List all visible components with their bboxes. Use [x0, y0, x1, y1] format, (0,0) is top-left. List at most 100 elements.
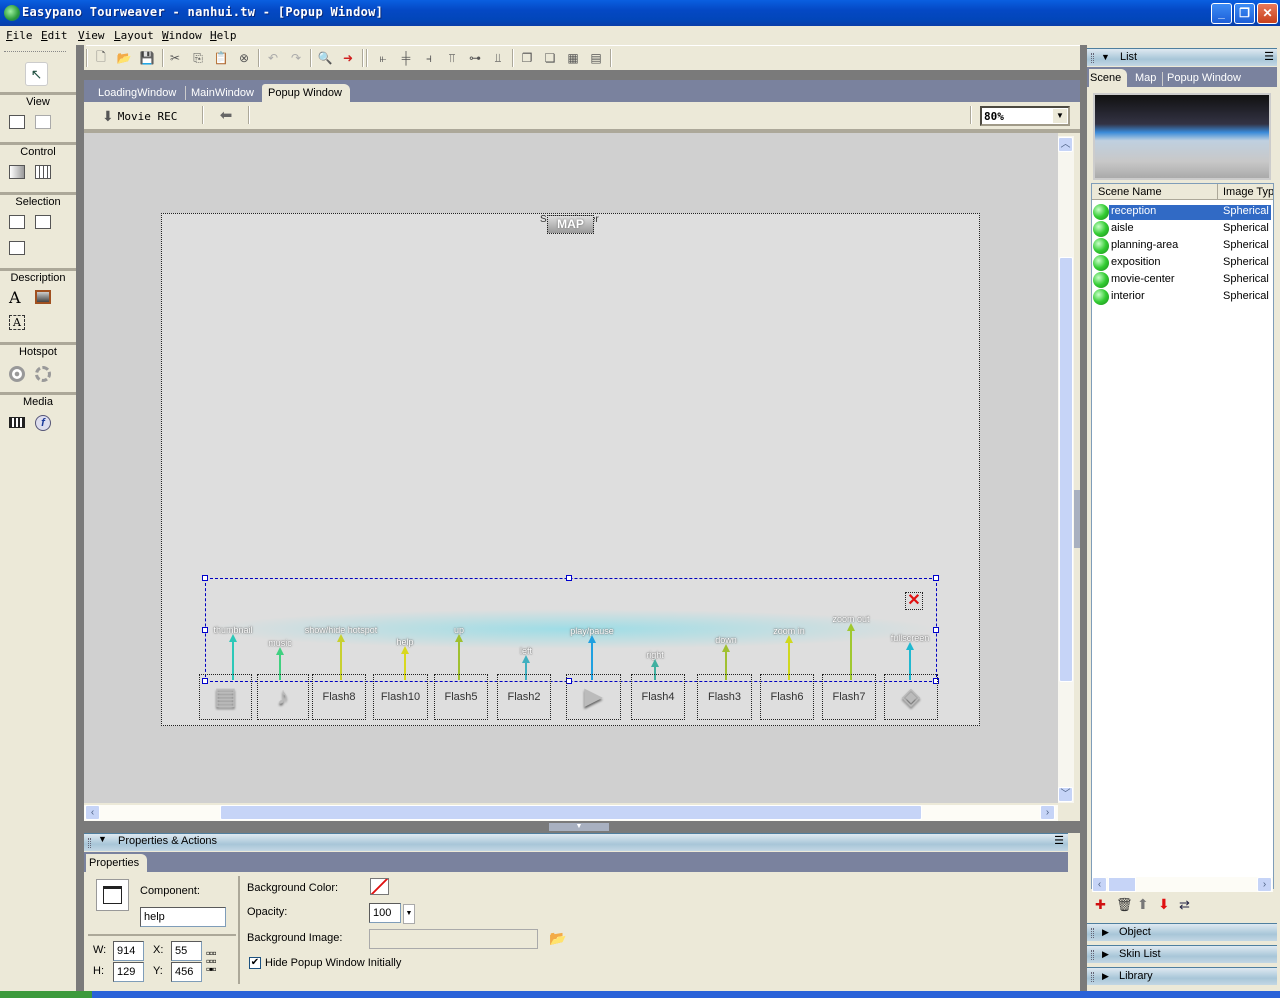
hotspot-icon[interactable] [9, 366, 25, 382]
flash-icon[interactable]: f [35, 415, 51, 431]
move-up-icon[interactable]: ⬆ [1137, 896, 1149, 913]
move-down-icon[interactable]: ⬇ [1158, 896, 1170, 913]
align-center-icon[interactable]: ╪ [397, 49, 415, 67]
paste-icon[interactable]: 📋 [212, 49, 230, 67]
rotate-hotspot-icon[interactable] [35, 366, 51, 382]
control-button[interactable]: ▤ [199, 674, 252, 720]
view-transparent-icon[interactable] [35, 115, 51, 129]
resize-handle[interactable] [566, 575, 572, 581]
copy-icon[interactable]: ⎘ [189, 49, 207, 67]
bottom-splitter[interactable]: ▼ [84, 821, 1080, 833]
panel-menu-icon[interactable]: ☰ [1054, 834, 1064, 847]
control-bar-icon[interactable] [35, 165, 51, 179]
canvas-vertical-scrollbar[interactable]: ︿ ﹀ [1058, 136, 1074, 803]
folder-open-icon[interactable]: 📂 [549, 930, 566, 947]
align-right-icon[interactable]: ⫞ [420, 49, 438, 67]
x-input[interactable] [171, 941, 202, 961]
align-top-icon[interactable]: ⫪ [443, 49, 461, 67]
panel-menu-icon[interactable]: ☰ [1264, 49, 1274, 66]
start-button[interactable] [0, 991, 92, 998]
preview-icon[interactable]: 🔍 [316, 49, 334, 67]
panel-skin-list[interactable]: ▶ Skin List [1087, 945, 1277, 963]
group-icon[interactable]: ▦ [564, 49, 582, 67]
component-name-input[interactable] [140, 907, 226, 927]
text-box-icon[interactable]: A [9, 315, 25, 330]
control-button[interactable]: Flash7 [822, 674, 876, 720]
listbox-icon[interactable] [9, 241, 25, 255]
menu-file[interactable]: File [6, 29, 33, 42]
column-image-type[interactable]: Image Typ [1223, 186, 1273, 198]
bg-image-input[interactable] [369, 929, 538, 949]
column-scene-name[interactable]: Scene Name [1098, 186, 1162, 198]
align-left-icon[interactable]: ⫦ [374, 49, 392, 67]
replace-icon[interactable]: ⇄ [1179, 897, 1190, 913]
new-icon[interactable]: 🗋 [92, 49, 110, 67]
scene-row[interactable]: movie-center Spherical [1093, 271, 1271, 288]
collapse-icon[interactable]: ▼ [549, 823, 609, 831]
panel-object[interactable]: ▶ Object [1087, 923, 1277, 941]
y-input[interactable] [171, 962, 202, 982]
control-button[interactable]: Flash3 [697, 674, 752, 720]
open-icon[interactable]: 📂 [115, 49, 133, 67]
properties-header[interactable]: ▼ Properties & Actions ☰ [84, 833, 1068, 851]
send-back-icon[interactable]: ❏ [541, 49, 559, 67]
width-input[interactable] [113, 941, 144, 961]
control-button[interactable]: ◈ [884, 674, 938, 720]
opacity-input[interactable] [369, 903, 401, 923]
back-button[interactable]: ⬅ [216, 106, 236, 126]
scroll-left-button[interactable]: ‹ [85, 805, 100, 820]
canvas-horizontal-scrollbar[interactable]: ‹ › [84, 805, 1058, 821]
button-icon[interactable] [9, 165, 25, 179]
right-splitter[interactable] [1080, 45, 1087, 998]
menu-window[interactable]: Window [162, 29, 202, 42]
tab-scene[interactable]: Scene [1089, 69, 1128, 87]
horizontal-scroll-thumb[interactable] [220, 805, 922, 820]
undo-icon[interactable]: ↶ [264, 49, 282, 67]
menu-layout[interactable]: Layout [114, 29, 154, 42]
scroll-up-button[interactable]: ︿ [1058, 137, 1073, 152]
thumbnail-selection-icon[interactable] [9, 215, 25, 229]
scroll-right-button[interactable]: › [1257, 877, 1272, 892]
control-button[interactable]: Flash8 [312, 674, 366, 720]
movie-rec-button[interactable]: ⬇ Movie REC [102, 106, 177, 126]
scene-row[interactable]: planning-area Spherical [1093, 237, 1271, 254]
anchor-grid-icon[interactable]: ▫▫▫ ▫▫▫ ▫▪▫ [206, 947, 225, 975]
scroll-thumb[interactable] [1108, 877, 1136, 892]
scroll-left-button[interactable]: ‹ [1092, 877, 1107, 892]
scene-row[interactable]: reception Spherical [1093, 203, 1271, 220]
combobox-icon[interactable] [35, 215, 51, 229]
tab-main-window[interactable]: MainWindow [185, 84, 260, 102]
delete-scene-icon[interactable]: 🗑 [1116, 897, 1133, 913]
tab-loading-window[interactable]: LoadingWindow [92, 84, 182, 102]
tab-map[interactable]: Map [1135, 69, 1156, 87]
popup-close-icon[interactable]: ✕ [905, 592, 923, 610]
tab-popup-window[interactable]: Popup Window [1167, 69, 1241, 87]
video-icon[interactable] [9, 417, 25, 428]
scene-row[interactable]: aisle Spherical [1093, 220, 1271, 237]
tab-properties[interactable]: Properties [86, 854, 148, 872]
resize-handle[interactable] [933, 575, 939, 581]
restore-button[interactable]: ❐ [1234, 3, 1255, 24]
bring-front-icon[interactable]: ❐ [518, 49, 536, 67]
save-icon[interactable]: 💾 [138, 49, 156, 67]
minimize-button[interactable]: _ [1211, 3, 1232, 24]
zoom-select[interactable]: 80% ▼ [980, 106, 1070, 126]
height-input[interactable] [113, 962, 144, 982]
panel-library[interactable]: ▶ Library [1087, 967, 1277, 985]
control-button[interactable]: Flash4 [631, 674, 685, 720]
vertical-scroll-thumb[interactable] [1059, 257, 1073, 682]
menu-view[interactable]: View [78, 29, 105, 42]
view-window-icon[interactable] [9, 115, 25, 129]
ungroup-icon[interactable]: ▤ [587, 49, 605, 67]
add-scene-icon[interactable]: ✚ [1095, 897, 1106, 913]
opacity-dropdown-icon[interactable]: ▼ [403, 904, 415, 924]
delete-icon[interactable]: ⊗ [235, 49, 253, 67]
bg-color-picker[interactable] [370, 878, 389, 895]
column-divider[interactable] [1217, 184, 1218, 200]
control-button[interactable]: ♪ [257, 674, 309, 720]
close-button[interactable]: ✕ [1257, 3, 1278, 24]
scene-row[interactable]: interior Spherical [1093, 288, 1271, 305]
resize-handle[interactable] [202, 575, 208, 581]
control-button[interactable]: ▶ [566, 674, 621, 720]
menu-edit[interactable]: Edit [41, 29, 68, 42]
